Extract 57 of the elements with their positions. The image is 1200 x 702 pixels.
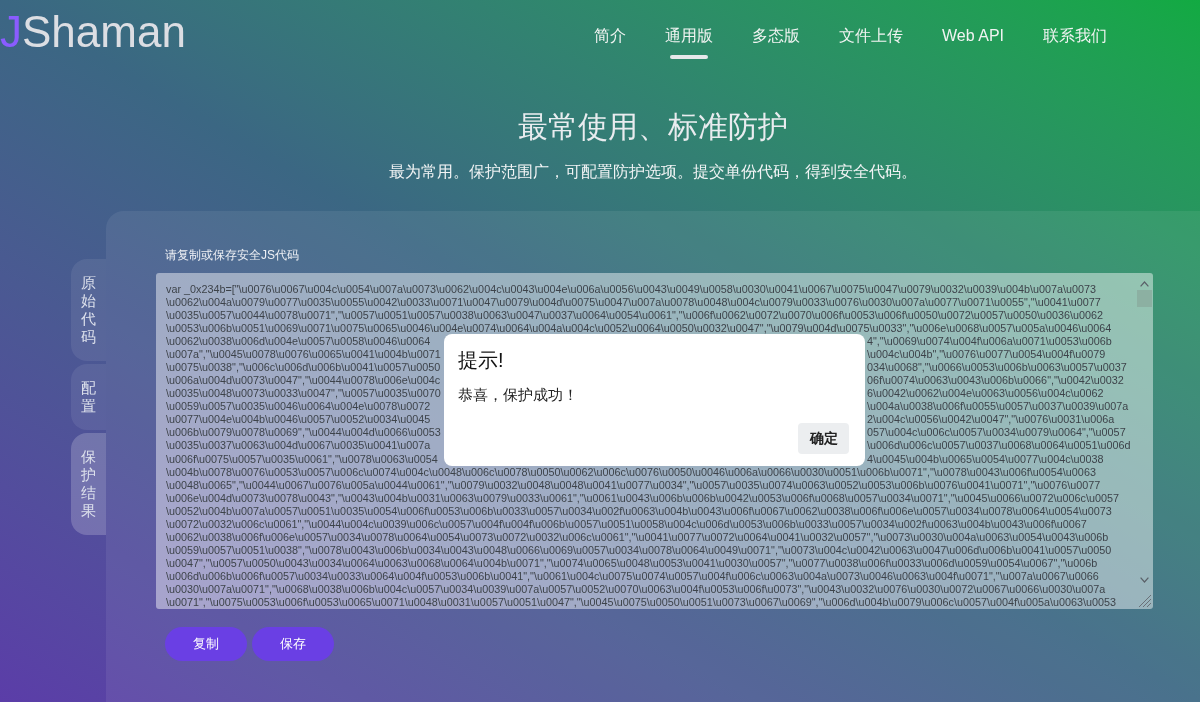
page-subtitle: 最为常用。保护范围广，可配置防护选项。提交单份代码，得到安全代码。 xyxy=(389,162,917,182)
code-line-fragment: \u006d\u006c\u0057\u0037\u0068\u0064\u0051\u006d xyxy=(867,440,1131,452)
save-button[interactable]: 保存 xyxy=(252,627,334,661)
logo[interactable]: JShaman xyxy=(0,10,186,54)
nav-link[interactable]: 联系我们 xyxy=(1043,25,1107,47)
side-tab[interactable]: 原始代码 xyxy=(71,259,106,361)
code-line: \u0071","\u0075\u0053\u006f\u0053\u0065\u0071\u0048\u0031\u0057\u0051\u0047","\u0045\u0075\u0050\u0051\u0073\u0067\u0069","\u006d\u004b\u0079\u006c\u0057\u004f\u005a\u0063\u0053 xyxy=(166,597,1117,609)
page-heading: 最常使用、标准防护 xyxy=(518,109,788,145)
code-line-fragment: 057\u004c\u006c\u0057\u0034\u0079\u0064","\u0057 xyxy=(867,427,1126,439)
code-line-fragment: 6\u0042\u0062\u004e\u0063\u0056\u004c\u0062 xyxy=(867,388,1104,400)
nav-link[interactable]: 多态版 xyxy=(752,25,801,47)
code-line: \u004b\u0078\u0076\u0053\u0057\u006c\u0074\u004c\u0048\u006c\u0078\u0050\u0062\u006c\u0076\u0050\u0046\u006a\u0066\u0030\u0051\u006b\u0071","\u0078\u0043\u006f\u0054\u0063 xyxy=(166,466,1096,478)
copy-button[interactable]: 复制 xyxy=(165,627,247,661)
code-line: \u0052\u004b\u007a\u0057\u0051\u0035\u0054\u006f\u0053\u006b\u0033\u0057\u0034\u002f\u0063\u004b\u0043\u006f\u0067\u0062\u0038\u006f\u006e\u0057\u0034\u0078\u0064\u0054\u0073 xyxy=(166,505,1112,517)
code-line-fragment: \u0059\u0057\u0035\u0046\u0064\u004e\u0078\u0072 xyxy=(166,401,431,413)
nav-link[interactable]: Web API xyxy=(942,25,1004,47)
code-line-fragment: 06f\u0074\u0063\u0043\u006b\u0066","\u0042\u0032 xyxy=(867,375,1124,387)
code-line-fragment: \u0035\u0048\u0073\u0033\u0047","\u0057\u0035\u0070 xyxy=(166,388,441,400)
confirm-button[interactable]: 确定 xyxy=(798,423,849,454)
code-line-fragment: \u0035\u0037\u0063\u004d\u0067\u0035\u0041\u007a xyxy=(166,440,431,452)
resize-grip-icon[interactable] xyxy=(1139,595,1151,607)
code-line-fragment: \u004c\u004b","\u0076\u0077\u0054\u004f\u0079 xyxy=(867,348,1106,360)
side-tab[interactable]: 保护结果 xyxy=(71,433,106,535)
code-line-fragment: \u004a\u0038\u006f\u0055\u0057\u0037\u0039\u007a xyxy=(867,401,1129,413)
nav-link[interactable]: 通用版 xyxy=(665,25,714,59)
code-line-fragment: 2\u004c\u0056\u0042\u0047","\u0076\u0031\u006a xyxy=(867,414,1115,426)
code-line: \u006d\u006b\u006f\u0057\u0034\u0033\u0064\u004f\u0053\u006b\u0041","\u0061\u004c\u0075\u0074\u0057\u004f\u006c\u0063\u004a\u0073\u0046\u0063\u004f\u0071","\u007a\u0067\u0066 xyxy=(166,571,1099,583)
code-line: \u006e\u004d\u0073\u0078\u0043","\u0043\u004b\u0031\u0063\u0079\u0033\u0061","\u0061\u0043\u006b\u006b\u0042\u0053\u006f\u0068\u0057\u0034\u0071","\u0045\u0066\u0072\u006c\u0057 xyxy=(166,492,1120,504)
code-line-fragment: \u007a","\u0045\u0078\u0076\u0065\u0041\u004b\u0071 xyxy=(166,348,441,360)
code-line-fragment: \u006b\u0079\u0078\u0069","\u0044\u004d\u0066\u0053 xyxy=(166,427,441,439)
code-line: \u0048\u0065","\u0044\u0067\u0076\u005a\u0044\u0061","\u0079\u0032\u0048\u0048\u0041\u0077\u0034","\u0057\u0035\u0074\u0063\u0052\u0053\u006b\u0076\u0041\u0071","\u0076\u0077 xyxy=(166,479,1101,491)
code-line: \u0047","\u0057\u0050\u0043\u0034\u0064\u0063\u0068\u0064\u004b\u0071","\u0074\u0065\u0048\u0053\u0041\u0030\u0057","\u0077\u0038\u006f\u0033\u006d\u0059\u0054\u0067","\u006b xyxy=(166,558,1098,570)
code-line: \u0030\u007a\u0071","\u0068\u0038\u006b\u004c\u0057\u0034\u0039\u007a\u0057\u0052\u0070\u0063\u004f\u0053\u006f\u0073","\u0043\u0032\u0076\u0030\u0072\u0067\u0066\u0030\u007a xyxy=(166,584,1106,596)
code-line: \u0053\u006b\u0051\u0069\u0071\u0075\u0065\u0046\u004e\u0074\u0064\u004a\u004c\u0052\u0064\u0050\u0032\u0047","\u0079\u004d\u0075\u0033","\u006e\u0068\u0057\u005a\u0046\u0064 xyxy=(166,322,1112,334)
scroll-down-icon[interactable] xyxy=(1140,577,1149,583)
scroll-up-icon[interactable] xyxy=(1140,281,1149,287)
field-label: 请复制或保存安全JS代码 xyxy=(165,248,299,262)
code-line-fragment: \u0062\u0038\u006d\u004e\u0057\u0058\u0046\u0064 xyxy=(166,335,431,347)
nav-link[interactable]: 简介 xyxy=(594,25,627,47)
dialog-message: 恭喜，保护成功！ xyxy=(458,385,578,405)
code-line-fragment: \u006a\u004d\u0073\u0047","\u0044\u0078\u006e\u004c xyxy=(166,375,441,387)
code-line-fragment: 034\u0068","\u0066\u0053\u006b\u0063\u0057\u0037 xyxy=(867,361,1127,373)
code-line-fragment: \u0077\u004e\u004b\u0046\u0057\u0052\u0034\u0045 xyxy=(166,414,431,426)
code-line: \u0059\u0057\u0051\u0038","\u0078\u0043\u006b\u0034\u0043\u0048\u0066\u0069\u0057\u0034\u0078\u0064\u0049\u0071","\u0073\u004c\u0042\u0063\u0047\u006d\u006b\u0041\u0057\u0050 xyxy=(166,545,1112,557)
dialog-title: 提示! xyxy=(458,348,504,373)
code-line: \u0062\u004a\u0079\u0077\u0035\u0055\u0042\u0033\u0071\u0047\u0079\u004d\u0075\u0047\u007a\u0078\u0048\u004c\u0079\u0033\u0076\u0030\u007a\u0077\u0071\u0055","\u0041\u0077 xyxy=(166,296,1101,308)
code-line-fragment: 4\u0045\u004b\u0065\u0054\u0077\u004c\u0038 xyxy=(867,453,1104,465)
code-line: \u0035\u0057\u0044\u0078\u0071","\u0057\u0051\u0057\u0038\u0063\u0047\u0037\u0064\u0054\u0061","\u006f\u0062\u0072\u0070\u006f\u0053\u006f\u0050\u0072\u0057\u0050\u0036\u0062 xyxy=(166,309,1103,321)
code-line-fragment: \u006f\u0075\u0057\u0035\u0061","\u0078\u0063\u0054 xyxy=(166,453,438,465)
side-tab[interactable]: 配置 xyxy=(71,364,106,430)
code-line-fragment: \u0075\u0038","\u006c\u006d\u006b\u0041\u0057\u0050 xyxy=(166,362,441,373)
code-line: \u0072\u0032\u006c\u0061","\u0044\u004c\u0039\u006c\u0057\u004f\u004f\u006b\u0057\u0051\u0058\u004c\u006d\u0053\u006b\u0033\u0057\u0034\u002f\u0063\u004b\u0043\u006f\u0067 xyxy=(166,518,1087,530)
code-line-fragment: 4","\u0069\u0074\u004f\u006a\u0071\u0053\u006b xyxy=(867,335,1112,347)
code-line: var _0x234b=["\u0076\u0067\u004c\u0054\u007a\u0073\u0062\u004c\u0043\u004e\u006a\u0056\u0043\u0049\u0058\u0030\u0041\u0067\u0075\u0047\u0079\u0032\u0039\u004b\u007a\u0073 xyxy=(166,283,1096,295)
code-line: \u0062\u0038\u006f\u006e\u0057\u0034\u0078\u0064\u0054\u0073\u0072\u0032\u006c\u0061","\u0041\u0077\u0072\u0064\u0041\u0032\u0057","\u0073\u0030\u004a\u0063\u0054\u0043\u006b xyxy=(166,532,1109,543)
scrollbar-thumb[interactable] xyxy=(1137,290,1152,307)
nav-link[interactable]: 文件上传 xyxy=(839,25,904,47)
